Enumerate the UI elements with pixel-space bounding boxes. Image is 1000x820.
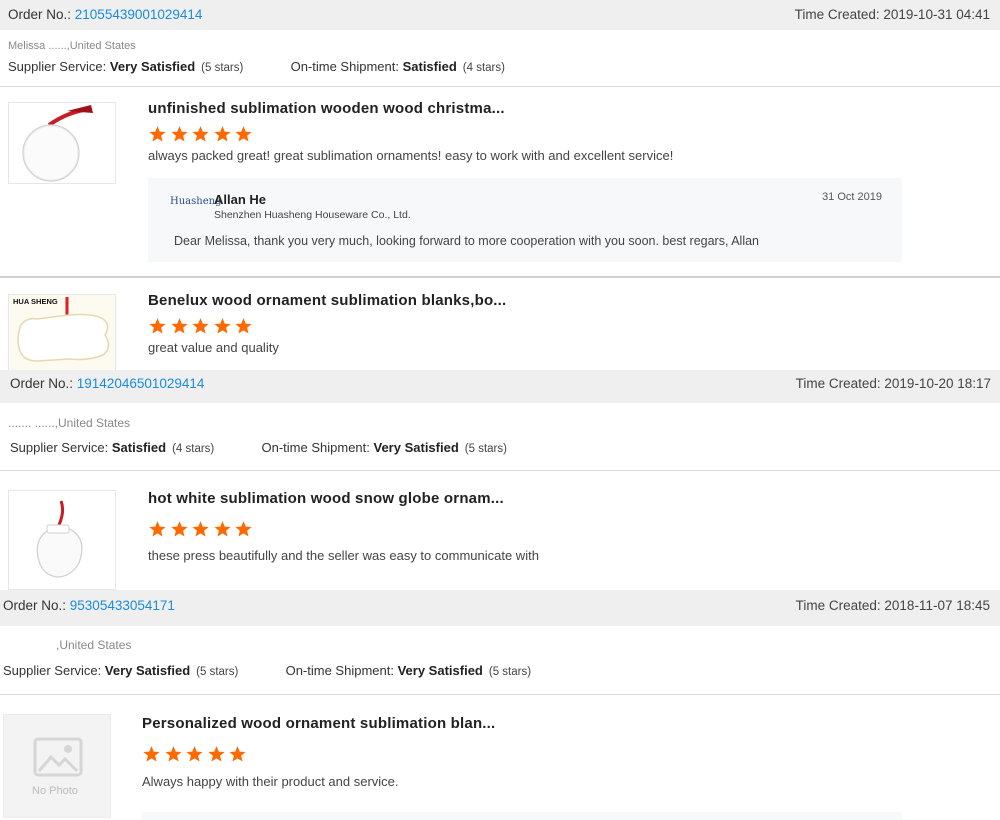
order-header: Order No.: 21055439001029414 Time Create… [0, 0, 1000, 30]
reply-company: Shenzhen Huasheng Houseware Co., Ltd. [214, 209, 411, 221]
product-title[interactable]: hot white sublimation wood snow globe or… [148, 490, 504, 507]
star-icon [207, 746, 225, 762]
product-thumbnail[interactable]: No Photo [3, 714, 111, 818]
order-header: Order No.: 95305433054171 Time Created: … [0, 590, 1000, 626]
star-icon [149, 521, 166, 537]
product-title[interactable]: Personalized wood ornament sublimation b… [142, 715, 495, 732]
product-thumbnail[interactable] [8, 490, 116, 590]
review-comment: always packed great! great sublimation o… [148, 148, 674, 163]
review-comment: these press beautifully and the seller w… [148, 548, 539, 563]
seller-reply: Huasheng Allan He Shenzhen Huasheng Hous… [148, 178, 902, 262]
reply-author: Allan He [214, 192, 267, 207]
star-icon [213, 521, 231, 537]
reply-date: 31 Oct 2019 [822, 191, 882, 203]
star-icon [143, 746, 160, 762]
order-number: Order No.: 19142046501029414 [10, 376, 205, 391]
time-created: Time Created: 2019-10-31 04:41 [794, 7, 990, 22]
star-icon [213, 318, 231, 334]
divider [0, 276, 1000, 278]
star-icon [149, 126, 166, 142]
rating-stars [148, 520, 256, 538]
product-title[interactable]: unfinished sublimation wooden wood chris… [148, 100, 505, 117]
star-icon [235, 521, 252, 537]
brand-label: HUA SHENG [13, 297, 58, 306]
buyer-info: Melissa ......,United States [8, 40, 136, 52]
product-thumbnail[interactable] [8, 102, 116, 184]
rating-stars [142, 745, 250, 763]
product-thumbnail[interactable]: HUA SHENG [8, 294, 116, 372]
star-icon [229, 746, 246, 762]
order-header: Order No.: 19142046501029414 Time Create… [0, 370, 1000, 403]
star-icon [235, 318, 252, 334]
no-photo-label: No Photo [32, 785, 78, 797]
order-number-link[interactable]: 19142046501029414 [77, 376, 205, 391]
star-icon [192, 521, 209, 537]
order-ratings: Supplier Service: Very Satisfied (5 stars… [3, 663, 532, 678]
order-ratings: Supplier Service: Very Satisfied (5 stars… [8, 59, 505, 74]
divider [0, 694, 1000, 695]
star-icon [170, 126, 188, 142]
order-number-link[interactable]: 95305433054171 [70, 598, 175, 613]
product-title[interactable]: Benelux wood ornament sublimation blanks… [148, 292, 506, 309]
review-comment: great value and quality [148, 340, 279, 355]
divider [0, 470, 1000, 471]
buyer-info: ,United States [56, 638, 132, 652]
divider [0, 86, 1000, 87]
star-icon [170, 318, 188, 334]
star-icon [213, 126, 231, 142]
buyer-info: ....... ......,United States [8, 416, 131, 430]
time-created: Time Created: 2019-10-20 18:17 [795, 376, 991, 391]
star-icon [186, 746, 203, 762]
rating-stars [148, 317, 256, 335]
star-icon [170, 521, 188, 537]
order-number: Order No.: 21055439001029414 [8, 7, 203, 22]
review-comment: Always happy with their product and serv… [142, 774, 399, 789]
star-icon [192, 126, 209, 142]
order-number: Order No.: 95305433054171 [3, 598, 175, 613]
order-number-link[interactable]: 21055439001029414 [75, 7, 203, 22]
star-icon [235, 126, 252, 142]
rating-stars [148, 125, 256, 143]
no-photo-icon [33, 737, 83, 777]
time-created: Time Created: 2018-11-07 18:45 [795, 598, 990, 613]
reply-box-edge [142, 812, 902, 820]
order-ratings: Supplier Service: Satisfied (4 stars) On-… [10, 440, 507, 455]
star-icon [192, 318, 209, 334]
star-icon [149, 318, 166, 334]
reply-message: Dear Melissa, thank you very much, looki… [174, 234, 760, 248]
star-icon [164, 746, 182, 762]
